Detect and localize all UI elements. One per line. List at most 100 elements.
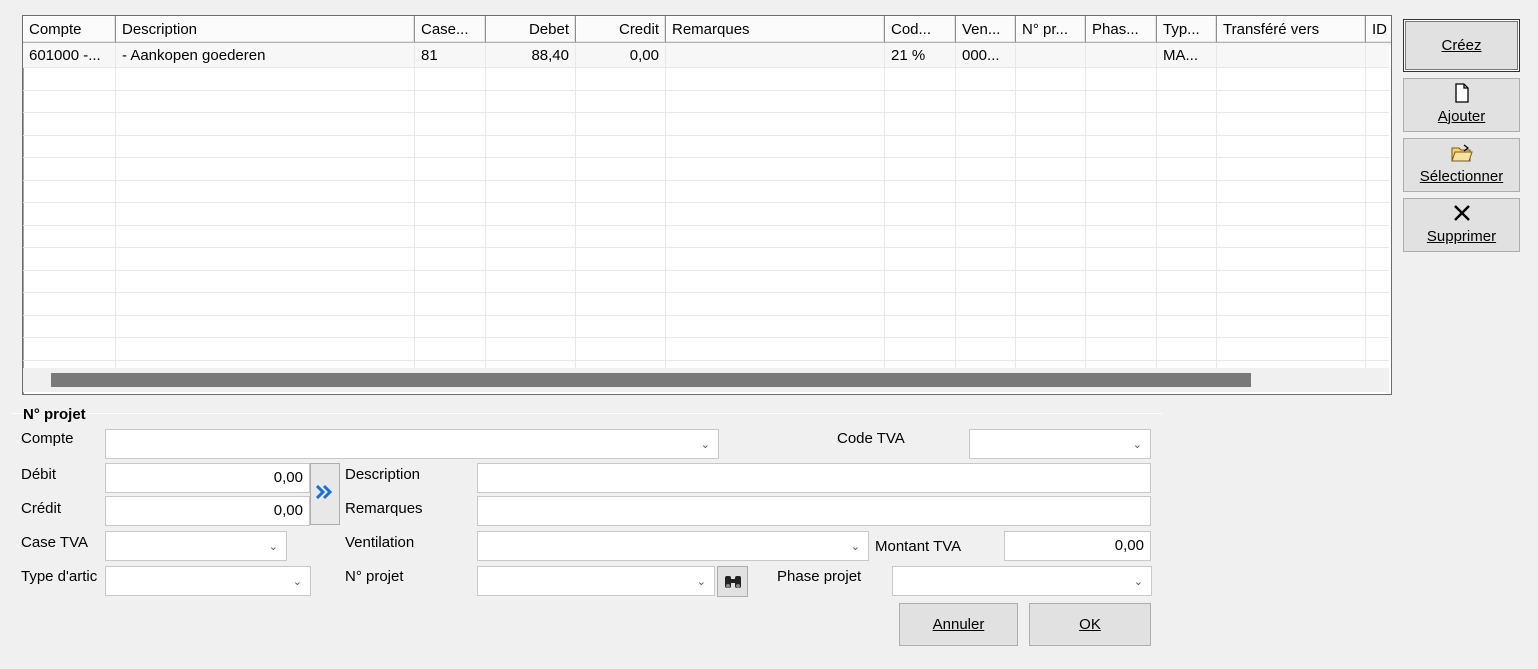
empty-cell (1366, 225, 1391, 247)
empty-cell (885, 135, 956, 157)
scrollbar-thumb[interactable] (51, 373, 1251, 387)
empty-cell (486, 67, 576, 90)
case-tva-combo[interactable]: ⌄ (105, 531, 287, 561)
empty-cell (1086, 202, 1157, 225)
empty-cell (486, 270, 576, 292)
empty-cell (415, 270, 486, 292)
cell-debet: 88,40 (486, 45, 576, 67)
empty-cell (1217, 67, 1366, 90)
empty-cell (486, 247, 576, 270)
creez-button[interactable]: Créez (1403, 19, 1520, 72)
empty-cell (1217, 292, 1366, 315)
debit-field[interactable]: 0,00 (105, 463, 310, 493)
col-header-description[interactable]: Description (116, 16, 415, 43)
chevron-down-icon: ⌄ (696, 576, 706, 588)
col-header-case[interactable]: Case... (415, 16, 486, 43)
col-header-phase[interactable]: Phas... (1086, 16, 1157, 43)
compte-combo[interactable]: ⌄ (105, 429, 719, 459)
empty-cell (415, 180, 486, 202)
empty-cell (1217, 270, 1366, 292)
selectionner-button[interactable]: Sélectionner (1403, 138, 1520, 192)
double-chevron-right-icon (311, 482, 339, 506)
empty-cell (1086, 315, 1157, 337)
empty-cell (1016, 225, 1086, 247)
code-tva-combo[interactable]: ⌄ (969, 429, 1151, 459)
empty-cell (1217, 315, 1366, 337)
empty-cell (116, 337, 415, 360)
transfer-button[interactable] (310, 463, 340, 525)
ok-button[interactable]: OK (1029, 603, 1151, 646)
annuler-button[interactable]: Annuler (899, 603, 1018, 646)
cell-compte: 601000 -... (23, 45, 116, 67)
empty-cell (576, 90, 666, 112)
empty-cell (486, 112, 576, 135)
empty-cell (956, 112, 1016, 135)
col-header-debet[interactable]: Debet (486, 16, 576, 43)
col-header-id[interactable]: ID (1366, 16, 1391, 43)
ventilation-label: Ventilation (345, 534, 415, 551)
empty-cell (666, 202, 885, 225)
creez-label: Créez (1441, 37, 1482, 54)
empty-row (23, 135, 1389, 158)
empty-cell (1217, 202, 1366, 225)
empty-cell (576, 67, 666, 90)
empty-cell (1366, 90, 1391, 112)
search-project-button[interactable] (717, 566, 748, 597)
col-header-transfere[interactable]: Transféré vers (1217, 16, 1366, 43)
n-projet-combo[interactable]: ⌄ (477, 566, 715, 596)
empty-cell (666, 270, 885, 292)
empty-cell (1217, 337, 1366, 360)
empty-cell (1217, 90, 1366, 112)
empty-cell (1157, 270, 1217, 292)
col-header-type[interactable]: Typ... (1157, 16, 1217, 43)
col-header-code[interactable]: Cod... (885, 16, 956, 43)
supprimer-button[interactable]: Supprimer (1403, 198, 1520, 252)
empty-cell (116, 90, 415, 112)
empty-cell (1366, 135, 1391, 157)
empty-cell (1157, 315, 1217, 337)
empty-cell (885, 247, 956, 270)
empty-cell (956, 157, 1016, 180)
empty-cell (956, 292, 1016, 315)
remarques-field[interactable] (477, 496, 1151, 526)
empty-cell (1217, 135, 1366, 157)
empty-cell (23, 90, 116, 112)
description-label: Description (345, 466, 421, 483)
empty-cell (1086, 135, 1157, 157)
type-article-combo[interactable]: ⌄ (105, 566, 311, 596)
empty-cell (576, 202, 666, 225)
empty-cell (666, 337, 885, 360)
col-header-compte[interactable]: Compte (23, 16, 116, 43)
cell-phase (1086, 45, 1157, 67)
empty-cell (1366, 113, 1391, 135)
phase-projet-combo[interactable]: ⌄ (892, 566, 1152, 596)
empty-cell (666, 112, 885, 135)
empty-cell (415, 292, 486, 315)
credit-field[interactable]: 0,00 (105, 496, 310, 526)
col-header-ventilation[interactable]: Ven... (956, 16, 1016, 43)
entries-grid[interactable]: Compte Description Case... Debet Credit … (22, 15, 1392, 395)
empty-cell (1086, 180, 1157, 202)
ajouter-button[interactable]: Ajouter (1403, 78, 1520, 132)
folder-open-icon (1404, 143, 1519, 168)
description-field[interactable] (477, 463, 1151, 493)
empty-cell (23, 270, 116, 292)
empty-cell (1366, 180, 1391, 202)
empty-cell (23, 315, 116, 337)
empty-cell (885, 180, 956, 202)
empty-cell (956, 225, 1016, 247)
col-header-remarques[interactable]: Remarques (666, 16, 885, 43)
empty-cell (415, 247, 486, 270)
cell-type: MA... (1157, 45, 1217, 67)
empty-cell (1157, 112, 1217, 135)
empty-cell (23, 157, 116, 180)
table-row[interactable]: 601000 -... - Aankopen goederen 81 88,40… (23, 45, 1389, 68)
ventilation-combo[interactable]: ⌄ (477, 531, 869, 561)
chevron-down-icon: ⌄ (268, 541, 278, 553)
empty-cell (1366, 315, 1391, 337)
group-title: N° projet (23, 406, 86, 423)
col-header-credit[interactable]: Credit (576, 16, 666, 43)
montant-tva-field[interactable]: 0,00 (1004, 531, 1151, 561)
col-header-projet[interactable]: N° pr... (1016, 16, 1086, 43)
empty-cell (576, 225, 666, 247)
